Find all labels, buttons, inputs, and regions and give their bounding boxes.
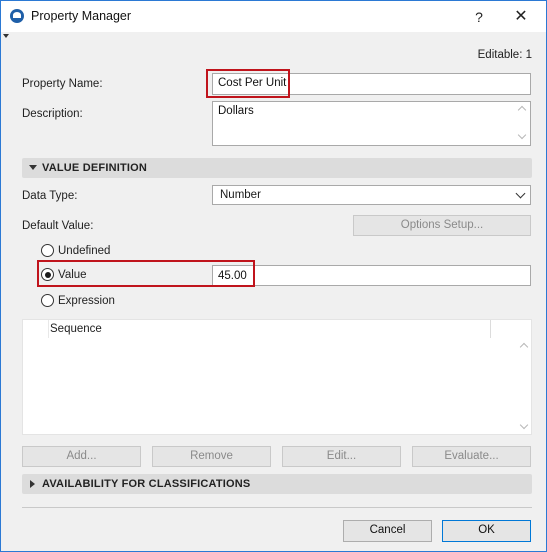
ok-button[interactable]: OK	[442, 520, 531, 542]
chevron-down-icon	[515, 188, 526, 199]
data-type-select[interactable]: Number	[212, 185, 531, 205]
editable-count: Editable: 1	[477, 49, 532, 61]
classifications-header[interactable]: AVAILABILITY FOR CLASSIFICATIONS	[22, 474, 532, 494]
column-separator	[48, 320, 49, 338]
evaluate-button[interactable]: Evaluate...	[412, 446, 531, 467]
expand-triangle-icon	[30, 480, 35, 488]
archicad-logo-icon	[10, 9, 24, 23]
data-type-value: Number	[220, 189, 261, 201]
value-definition-header[interactable]: VALUE DEFINITION	[22, 158, 532, 178]
remove-button[interactable]: Remove	[152, 446, 271, 467]
expression-radio-label: Expression	[58, 295, 115, 307]
collapse-triangle-icon	[29, 165, 37, 170]
sequence-list[interactable]: Sequence	[22, 319, 532, 435]
help-button[interactable]: ?	[465, 6, 493, 28]
value-row-highlight	[37, 260, 255, 287]
add-button[interactable]: Add...	[22, 446, 141, 467]
default-value-input[interactable]: 45.00	[212, 265, 531, 286]
property-name-highlight	[206, 69, 290, 98]
column-separator	[490, 320, 491, 338]
edit-button[interactable]: Edit...	[282, 446, 401, 467]
undefined-radio-label: Undefined	[58, 245, 111, 257]
list-scroll-down-icon[interactable]	[519, 420, 529, 430]
footer-divider	[22, 507, 532, 508]
property-name-label: Property Name:	[22, 78, 103, 90]
description-label: Description:	[22, 108, 83, 120]
list-scroll-up-icon[interactable]	[519, 342, 529, 352]
value-definition-title: VALUE DEFINITION	[42, 162, 148, 174]
sequence-column-header[interactable]: Sequence	[50, 323, 102, 335]
title-bar: Property Manager ? ✕	[1, 1, 546, 32]
close-button[interactable]: ✕	[507, 6, 535, 28]
undefined-radio[interactable]	[41, 244, 54, 257]
default-value-label: Default Value:	[22, 220, 94, 232]
property-manager-dialog: Property Manager ? ✕ Editable: 1 Propert…	[0, 0, 547, 552]
classifications-title: AVAILABILITY FOR CLASSIFICATIONS	[42, 478, 251, 490]
options-setup-button[interactable]: Options Setup...	[353, 215, 531, 236]
expression-radio[interactable]	[41, 294, 54, 307]
panel-marker-icon	[3, 34, 9, 38]
window-title: Property Manager	[31, 9, 132, 23]
description-textarea[interactable]: Dollars	[212, 101, 531, 146]
cancel-button[interactable]: Cancel	[343, 520, 432, 542]
data-type-label: Data Type:	[22, 190, 78, 202]
